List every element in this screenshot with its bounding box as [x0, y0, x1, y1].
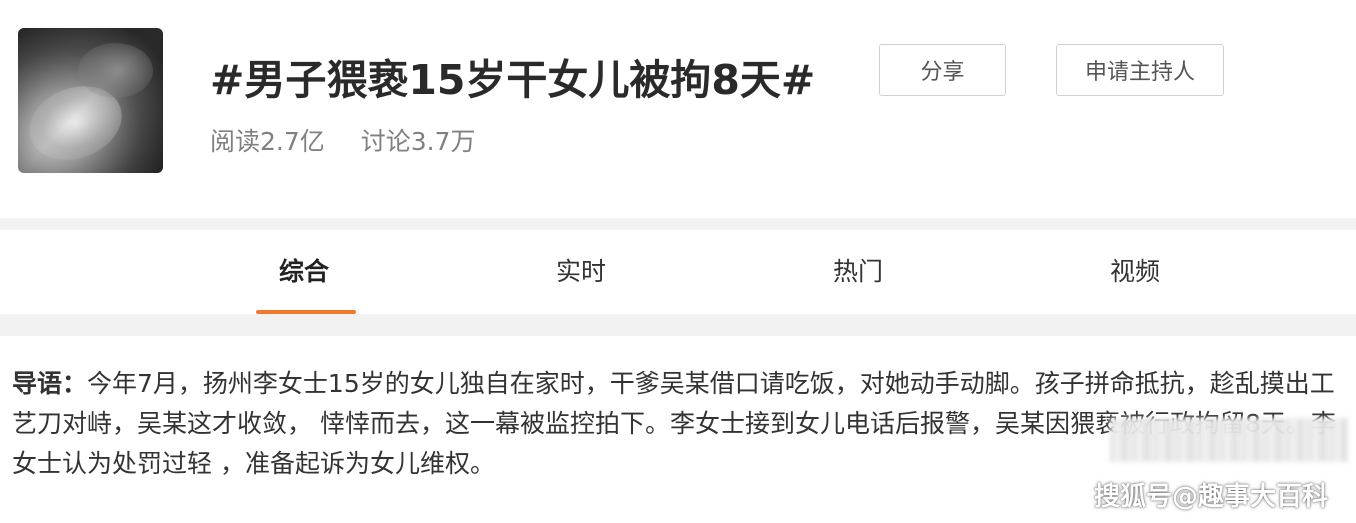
tab-comprehensive[interactable]: 综合 [279, 252, 329, 288]
share-button[interactable]: 分享 [879, 44, 1006, 96]
tab-bar: 综合 实时 热门 视频 [0, 230, 1356, 314]
topic-cover-image[interactable] [18, 28, 163, 173]
tab-video[interactable]: 视频 [1110, 252, 1160, 288]
tab-hot[interactable]: 热门 [833, 252, 883, 288]
apply-host-button[interactable]: 申请主持人 [1056, 44, 1224, 96]
guide-label: 导语： [12, 369, 88, 398]
section-divider [0, 218, 1356, 230]
topic-stats: 阅读2.7亿 讨论3.7万 [210, 122, 503, 158]
topic-header: #男子猥亵15岁干女儿被拘8天# 阅读2.7亿 讨论3.7万 分享 申请主持人 [0, 0, 1356, 228]
section-divider [0, 314, 1356, 336]
discussion-count: 讨论3.7万 [360, 127, 476, 156]
read-count: 阅读2.7亿 [210, 127, 325, 156]
tab-realtime[interactable]: 实时 [556, 252, 606, 288]
watermark: 搜狐号@趣事大百科 [1093, 482, 1328, 512]
blurred-area [1110, 418, 1348, 462]
topic-title: #男子猥亵15岁干女儿被拘8天# [210, 56, 816, 104]
